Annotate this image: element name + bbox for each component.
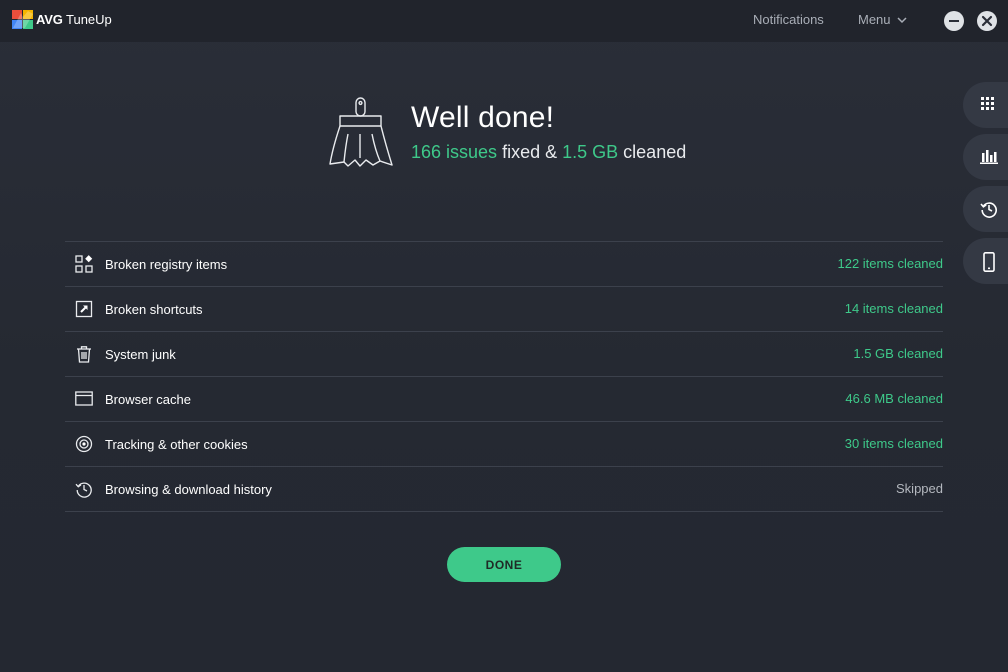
brand-name: AVG: [36, 12, 63, 27]
cleaned-text: cleaned: [623, 142, 687, 162]
results-list: Broken registry items 122 items cleaned …: [65, 241, 943, 512]
row-label: Browser cache: [105, 392, 191, 407]
broom-icon: [329, 97, 393, 167]
statistics-button[interactable]: [963, 134, 1008, 180]
menu-label: Menu: [858, 12, 891, 27]
browser-window-icon: [75, 391, 93, 406]
row-label: Browsing & download history: [105, 482, 272, 497]
result-row-registry: Broken registry items 122 items cleaned: [65, 242, 943, 287]
minimize-icon: [949, 20, 959, 22]
trash-icon: [77, 346, 91, 363]
result-row-shortcuts: Broken shortcuts 14 items cleaned: [65, 287, 943, 332]
minimize-button[interactable]: [944, 11, 964, 31]
avg-logo-icon: [12, 10, 33, 29]
apps-grid-button[interactable]: [963, 82, 1008, 128]
history-button[interactable]: [963, 186, 1008, 232]
row-status: 122 items cleaned: [837, 256, 943, 271]
mobile-button[interactable]: [963, 238, 1008, 284]
shortcut-icon: [75, 300, 93, 318]
row-label: Broken registry items: [105, 257, 228, 272]
clock-history-icon: [980, 202, 997, 218]
result-row-system-junk: System junk 1.5 GB cleaned: [65, 332, 943, 377]
apps-grid-icon: [981, 97, 994, 110]
smartphone-icon: [983, 252, 995, 272]
row-status: 46.6 MB cleaned: [845, 391, 943, 406]
app-window: AVG TuneUp Notifications Menu Well done!…: [0, 0, 1008, 672]
history-icon: [75, 482, 92, 498]
cleaned-size: 1.5 GB: [562, 142, 619, 162]
fixed-text: fixed &: [502, 142, 558, 162]
target-icon: [75, 435, 93, 453]
issues-count: 166 issues: [411, 142, 498, 162]
row-status: 1.5 GB cleaned: [853, 346, 943, 361]
registry-icon: [75, 255, 93, 273]
row-label: System junk: [105, 347, 176, 362]
row-status: Skipped: [896, 481, 943, 496]
result-row-history: Browsing & download history Skipped: [65, 467, 943, 512]
result-row-browser-cache: Browser cache 46.6 MB cleaned: [65, 377, 943, 422]
product-name: TuneUp: [66, 12, 112, 27]
row-label: Broken shortcuts: [105, 302, 203, 317]
close-icon: [981, 15, 993, 27]
title-bar: AVG TuneUp Notifications Menu: [0, 0, 1008, 42]
page-title: Well done!: [411, 101, 555, 134]
notifications-link[interactable]: Notifications: [753, 12, 824, 27]
cleanup-summary: 166 issues fixed & 1.5 GB cleaned: [411, 142, 686, 163]
row-status: 30 items cleaned: [844, 436, 943, 451]
row-label: Tracking & other cookies: [105, 437, 248, 452]
row-status: 14 items cleaned: [844, 301, 943, 316]
menu-button[interactable]: Menu: [858, 12, 907, 27]
done-button[interactable]: DONE: [447, 547, 561, 582]
chevron-down-icon: [897, 16, 907, 23]
bar-chart-icon: [980, 150, 998, 164]
close-button[interactable]: [977, 11, 997, 31]
result-row-cookies: Tracking & other cookies 30 items cleane…: [65, 422, 943, 467]
